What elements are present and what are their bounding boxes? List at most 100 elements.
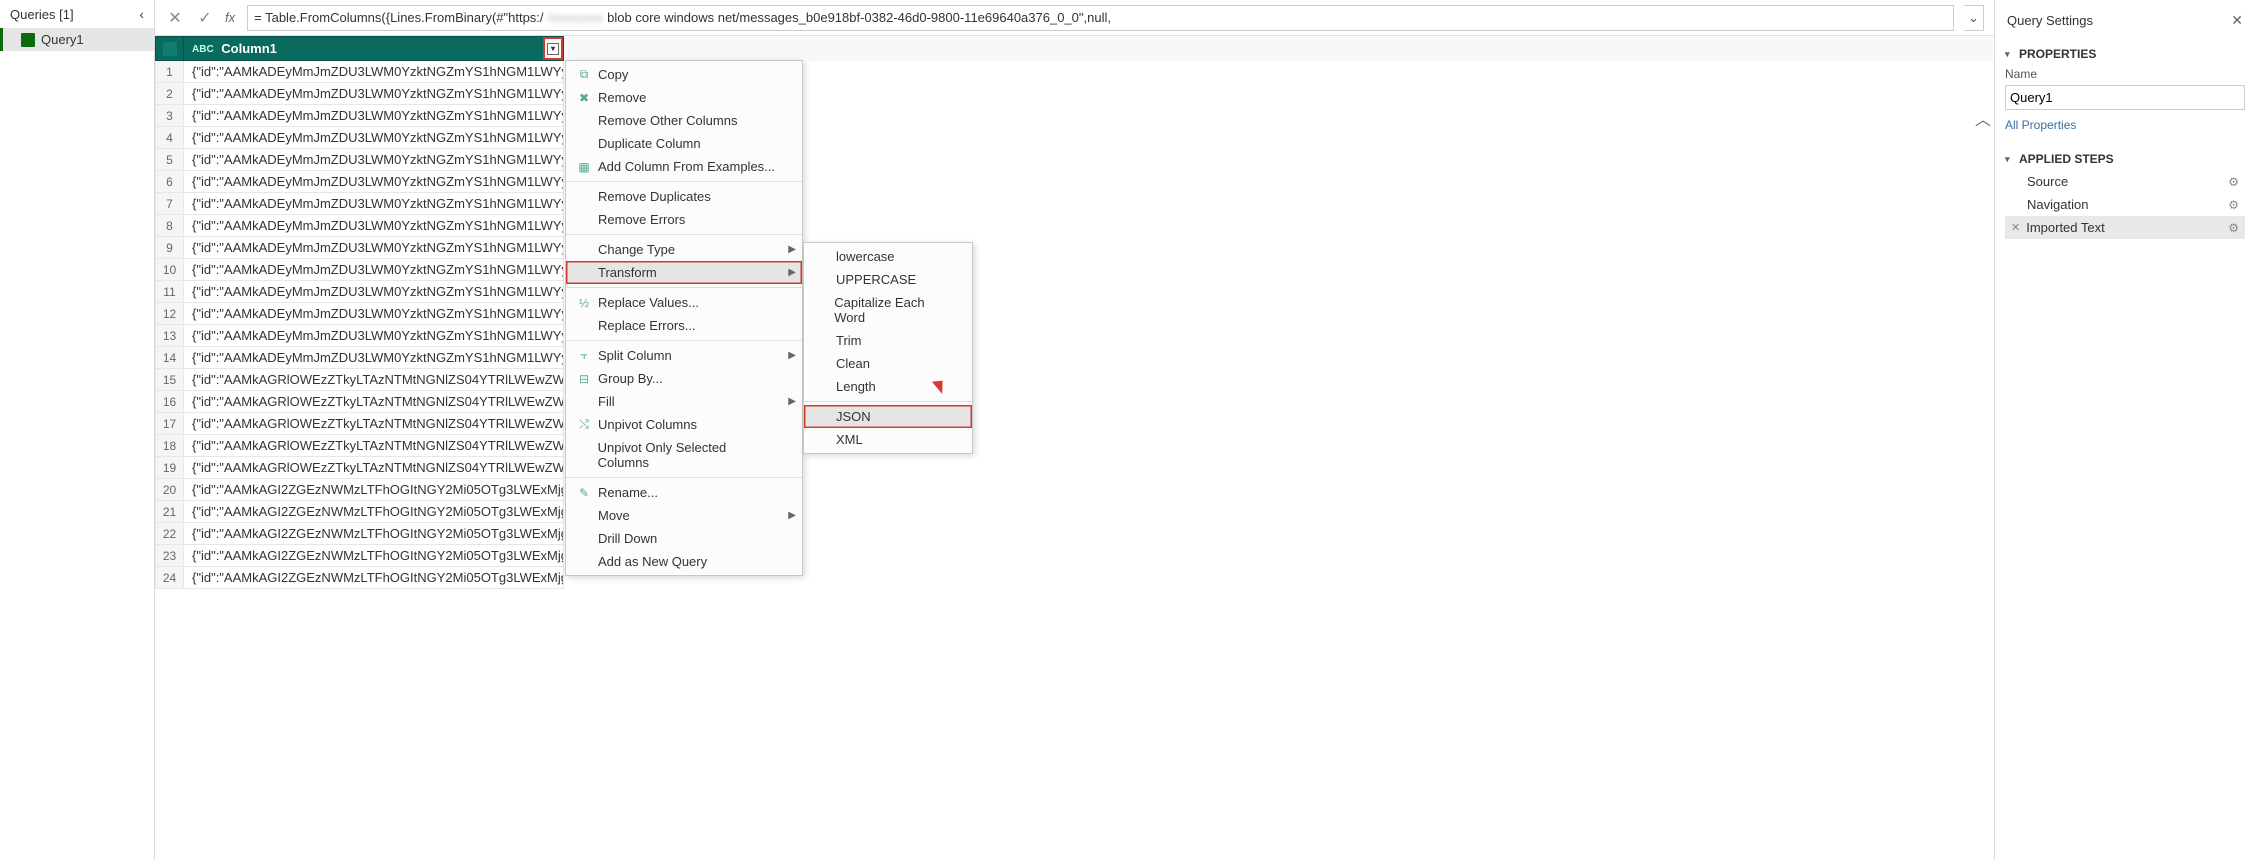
- cell[interactable]: {"id":"AAMkAGRlOWEzZTkyLTAzNTMtNGNlZS04Y…: [184, 369, 564, 391]
- cell[interactable]: {"id":"AAMkADEyMmJmZDU3LWM0YzktNGZmYS1hN…: [184, 237, 564, 259]
- cell[interactable]: {"id":"AAMkAGRlOWEzZTkyLTAzNTMtNGNlZS04Y…: [184, 391, 564, 413]
- table-row[interactable]: 1{"id":"AAMkADEyMmJmZDU3LWM0YzktNGZmYS1h…: [156, 61, 1994, 83]
- menu-duplicate[interactable]: Duplicate Column: [566, 132, 802, 155]
- cell[interactable]: {"id":"AAMkADEyMmJmZDU3LWM0YzktNGZmYS1hN…: [184, 61, 564, 83]
- menu-split-column[interactable]: ⫟Split Column▶: [566, 344, 802, 367]
- query-name-input[interactable]: [2005, 85, 2245, 110]
- cell[interactable]: {"id":"AAMkADEyMmJmZDU3LWM0YzktNGZmYS1hN…: [184, 347, 564, 369]
- table-row[interactable]: 4{"id":"AAMkADEyMmJmZDU3LWM0YzktNGZmYS1h…: [156, 127, 1994, 149]
- gear-icon[interactable]: ⚙: [2228, 198, 2239, 212]
- table-row[interactable]: 13{"id":"AAMkADEyMmJmZDU3LWM0YzktNGZmYS1…: [156, 325, 1994, 347]
- table-row[interactable]: 22{"id":"AAMkAGI2ZGEzNWMzLTFhOGItNGY2Mi0…: [156, 523, 1994, 545]
- table-row[interactable]: 17{"id":"AAMkAGRlOWEzZTkyLTAzNTMtNGNlZS0…: [156, 413, 1994, 435]
- row-number[interactable]: 21: [156, 501, 184, 523]
- row-number[interactable]: 5: [156, 149, 184, 171]
- cell[interactable]: {"id":"AAMkADEyMmJmZDU3LWM0YzktNGZmYS1hN…: [184, 215, 564, 237]
- row-number[interactable]: 2: [156, 83, 184, 105]
- cell[interactable]: {"id":"AAMkAGRlOWEzZTkyLTAzNTMtNGNlZS04Y…: [184, 413, 564, 435]
- submenu-clean[interactable]: Clean: [804, 352, 972, 375]
- cell[interactable]: {"id":"AAMkADEyMmJmZDU3LWM0YzktNGZmYS1hN…: [184, 281, 564, 303]
- cell[interactable]: {"id":"AAMkAGI2ZGEzNWMzLTFhOGItNGY2Mi05O…: [184, 523, 564, 545]
- menu-transform[interactable]: Transform▶: [566, 261, 802, 284]
- menu-unpivot[interactable]: ⤭Unpivot Columns: [566, 413, 802, 436]
- formula-dropdown-icon[interactable]: ⌄: [1964, 5, 1984, 31]
- menu-remove-other[interactable]: Remove Other Columns: [566, 109, 802, 132]
- row-number[interactable]: 1: [156, 61, 184, 83]
- row-number[interactable]: 13: [156, 325, 184, 347]
- menu-remove-errors[interactable]: Remove Errors: [566, 208, 802, 231]
- step-imported-text[interactable]: ✕ Imported Text ⚙: [2005, 216, 2245, 239]
- step-navigation[interactable]: Navigation ⚙: [2005, 193, 2245, 216]
- table-row[interactable]: 18{"id":"AAMkAGRlOWEzZTkyLTAzNTMtNGNlZS0…: [156, 435, 1994, 457]
- accept-formula-icon[interactable]: ✓: [195, 8, 215, 28]
- submenu-xml[interactable]: XML: [804, 428, 972, 451]
- menu-unpivot-selected[interactable]: Unpivot Only Selected Columns: [566, 436, 802, 474]
- table-row[interactable]: 5{"id":"AAMkADEyMmJmZDU3LWM0YzktNGZmYS1h…: [156, 149, 1994, 171]
- table-row[interactable]: 3{"id":"AAMkADEyMmJmZDU3LWM0YzktNGZmYS1h…: [156, 105, 1994, 127]
- menu-remove[interactable]: ✖Remove: [566, 86, 802, 109]
- queries-header[interactable]: Queries [1] ‹: [0, 0, 154, 28]
- table-row[interactable]: 12{"id":"AAMkADEyMmJmZDU3LWM0YzktNGZmYS1…: [156, 303, 1994, 325]
- applied-steps-header[interactable]: APPLIED STEPS: [2005, 142, 2245, 170]
- submenu-trim[interactable]: Trim: [804, 329, 972, 352]
- query-item[interactable]: Query1: [0, 28, 154, 51]
- submenu-lowercase[interactable]: lowercase: [804, 245, 972, 268]
- menu-remove-duplicates[interactable]: Remove Duplicates: [566, 185, 802, 208]
- menu-add-query[interactable]: Add as New Query: [566, 550, 802, 573]
- table-row[interactable]: 21{"id":"AAMkAGI2ZGEzNWMzLTFhOGItNGY2Mi0…: [156, 501, 1994, 523]
- submenu-json[interactable]: JSON: [804, 405, 972, 428]
- table-row[interactable]: 6{"id":"AAMkADEyMmJmZDU3LWM0YzktNGZmYS1h…: [156, 171, 1994, 193]
- table-row[interactable]: 20{"id":"AAMkAGI2ZGEzNWMzLTFhOGItNGY2Mi0…: [156, 479, 1994, 501]
- column-header[interactable]: ABC Column1 ▾: [184, 37, 564, 61]
- table-row[interactable]: 19{"id":"AAMkAGRlOWEzZTkyLTAzNTMtNGNlZS0…: [156, 457, 1994, 479]
- scroll-up-icon[interactable]: ︿: [1974, 106, 1992, 130]
- row-number[interactable]: 18: [156, 435, 184, 457]
- close-icon[interactable]: ✕: [2231, 12, 2243, 29]
- row-number[interactable]: 23: [156, 545, 184, 567]
- table-row[interactable]: 10{"id":"AAMkADEyMmJmZDU3LWM0YzktNGZmYS1…: [156, 259, 1994, 281]
- row-number[interactable]: 3: [156, 105, 184, 127]
- select-all-cell[interactable]: [156, 37, 184, 61]
- row-number[interactable]: 8: [156, 215, 184, 237]
- properties-section-header[interactable]: PROPERTIES: [2005, 37, 2245, 65]
- cancel-formula-icon[interactable]: ✕: [165, 8, 185, 28]
- cell[interactable]: {"id":"AAMkAGI2ZGEzNWMzLTFhOGItNGY2Mi05O…: [184, 567, 564, 589]
- cell[interactable]: {"id":"AAMkADEyMmJmZDU3LWM0YzktNGZmYS1hN…: [184, 83, 564, 105]
- menu-replace-values[interactable]: ½Replace Values...: [566, 291, 802, 314]
- collapse-chevron-icon[interactable]: ‹: [139, 6, 144, 22]
- table-row[interactable]: 11{"id":"AAMkADEyMmJmZDU3LWM0YzktNGZmYS1…: [156, 281, 1994, 303]
- row-number[interactable]: 10: [156, 259, 184, 281]
- row-number[interactable]: 15: [156, 369, 184, 391]
- cell[interactable]: {"id":"AAMkAGRlOWEzZTkyLTAzNTMtNGNlZS04Y…: [184, 457, 564, 479]
- menu-fill[interactable]: Fill▶: [566, 390, 802, 413]
- row-number[interactable]: 14: [156, 347, 184, 369]
- column-menu-button[interactable]: ▾: [543, 37, 563, 60]
- row-number[interactable]: 22: [156, 523, 184, 545]
- menu-change-type[interactable]: Change Type▶: [566, 238, 802, 261]
- row-number[interactable]: 17: [156, 413, 184, 435]
- row-number[interactable]: 19: [156, 457, 184, 479]
- cell[interactable]: {"id":"AAMkAGI2ZGEzNWMzLTFhOGItNGY2Mi05O…: [184, 479, 564, 501]
- cell[interactable]: {"id":"AAMkADEyMmJmZDU3LWM0YzktNGZmYS1hN…: [184, 105, 564, 127]
- step-source[interactable]: Source ⚙: [2005, 170, 2245, 193]
- cell[interactable]: {"id":"AAMkAGI2ZGEzNWMzLTFhOGItNGY2Mi05O…: [184, 545, 564, 567]
- cell[interactable]: {"id":"AAMkADEyMmJmZDU3LWM0YzktNGZmYS1hN…: [184, 303, 564, 325]
- table-row[interactable]: 24{"id":"AAMkAGI2ZGEzNWMzLTFhOGItNGY2Mi0…: [156, 567, 1994, 589]
- gear-icon[interactable]: ⚙: [2228, 175, 2239, 189]
- submenu-uppercase[interactable]: UPPERCASE: [804, 268, 972, 291]
- row-number[interactable]: 4: [156, 127, 184, 149]
- cell[interactable]: {"id":"AAMkADEyMmJmZDU3LWM0YzktNGZmYS1hN…: [184, 325, 564, 347]
- cell[interactable]: {"id":"AAMkAGRlOWEzZTkyLTAzNTMtNGNlZS04Y…: [184, 435, 564, 457]
- submenu-capitalize[interactable]: Capitalize Each Word: [804, 291, 972, 329]
- cell[interactable]: {"id":"AAMkAGI2ZGEzNWMzLTFhOGItNGY2Mi05O…: [184, 501, 564, 523]
- row-number[interactable]: 16: [156, 391, 184, 413]
- table-row[interactable]: 2{"id":"AAMkADEyMmJmZDU3LWM0YzktNGZmYS1h…: [156, 83, 1994, 105]
- table-row[interactable]: 8{"id":"AAMkADEyMmJmZDU3LWM0YzktNGZmYS1h…: [156, 215, 1994, 237]
- row-number[interactable]: 11: [156, 281, 184, 303]
- gear-icon[interactable]: ⚙: [2228, 221, 2239, 235]
- row-number[interactable]: 7: [156, 193, 184, 215]
- table-row[interactable]: 14{"id":"AAMkADEyMmJmZDU3LWM0YzktNGZmYS1…: [156, 347, 1994, 369]
- cell[interactable]: {"id":"AAMkADEyMmJmZDU3LWM0YzktNGZmYS1hN…: [184, 149, 564, 171]
- cell[interactable]: {"id":"AAMkADEyMmJmZDU3LWM0YzktNGZmYS1hN…: [184, 127, 564, 149]
- row-number[interactable]: 12: [156, 303, 184, 325]
